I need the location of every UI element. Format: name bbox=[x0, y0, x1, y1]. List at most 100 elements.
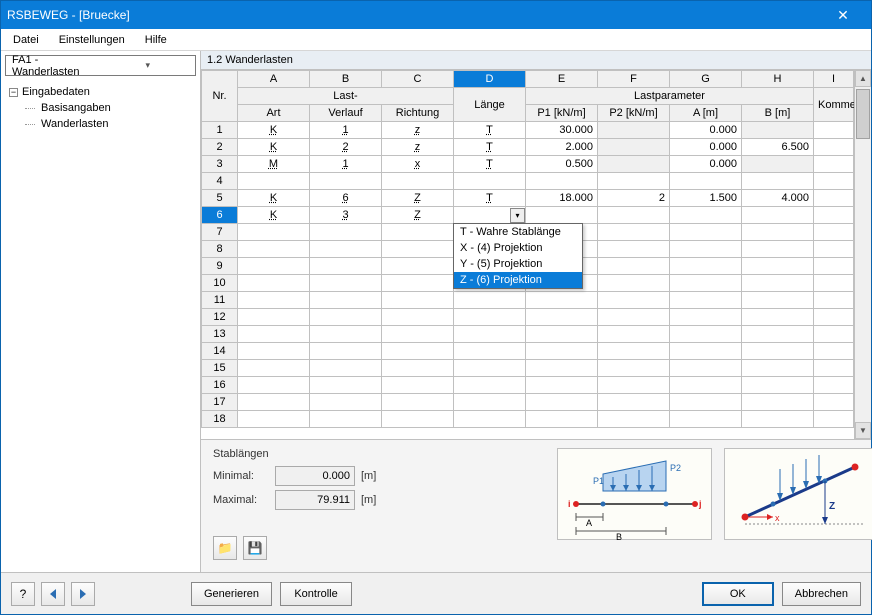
cell-c[interactable] bbox=[382, 360, 454, 377]
cell-d[interactable]: T bbox=[454, 139, 526, 156]
save-template-button[interactable]: 💾 bbox=[243, 536, 267, 560]
cell-c[interactable] bbox=[382, 292, 454, 309]
col-letter-c[interactable]: C bbox=[382, 71, 454, 88]
row-number[interactable]: 14 bbox=[202, 343, 238, 360]
cell-f[interactable] bbox=[598, 377, 670, 394]
cell-e[interactable]: 2.000 bbox=[526, 139, 598, 156]
cell-d[interactable] bbox=[454, 394, 526, 411]
cell-g[interactable] bbox=[670, 411, 742, 428]
cell-h[interactable] bbox=[742, 411, 814, 428]
table-row[interactable]: 13 bbox=[202, 326, 854, 343]
cell-f[interactable] bbox=[598, 241, 670, 258]
cell-b[interactable]: 1 bbox=[310, 122, 382, 139]
cell-i[interactable] bbox=[814, 173, 854, 190]
cell-d[interactable] bbox=[454, 377, 526, 394]
cell-h[interactable] bbox=[742, 360, 814, 377]
row-number[interactable]: 5 bbox=[202, 190, 238, 207]
scroll-down-icon[interactable]: ▼ bbox=[855, 422, 871, 439]
cell-a[interactable]: K bbox=[238, 122, 310, 139]
table-row[interactable]: 17 bbox=[202, 394, 854, 411]
row-number[interactable]: 4 bbox=[202, 173, 238, 190]
cell-g[interactable] bbox=[670, 360, 742, 377]
cell-a[interactable] bbox=[238, 173, 310, 190]
cell-f[interactable] bbox=[598, 411, 670, 428]
row-number[interactable]: 1 bbox=[202, 122, 238, 139]
cell-h[interactable] bbox=[742, 224, 814, 241]
cell-f[interactable] bbox=[598, 292, 670, 309]
cell-c[interactable] bbox=[382, 343, 454, 360]
cell-b[interactable] bbox=[310, 309, 382, 326]
cell-h[interactable] bbox=[742, 258, 814, 275]
col-letter-i[interactable]: I bbox=[814, 71, 854, 88]
import-button[interactable]: 📁 bbox=[213, 536, 237, 560]
cell-g[interactable] bbox=[670, 394, 742, 411]
cell-e[interactable] bbox=[526, 377, 598, 394]
col-letter-d[interactable]: D bbox=[454, 71, 526, 88]
cell-i[interactable] bbox=[814, 275, 854, 292]
col-header-p2[interactable]: P2 [kN/m] bbox=[598, 105, 670, 122]
cell-d[interactable] bbox=[454, 343, 526, 360]
cell-i[interactable] bbox=[814, 241, 854, 258]
col-letter-g[interactable]: G bbox=[670, 71, 742, 88]
cell-f[interactable] bbox=[598, 156, 670, 173]
cell-a[interactable]: K bbox=[238, 139, 310, 156]
cell-f[interactable] bbox=[598, 343, 670, 360]
cell-b[interactable]: 2 bbox=[310, 139, 382, 156]
cell-a[interactable] bbox=[238, 309, 310, 326]
col-header-laenge[interactable]: Länge bbox=[454, 88, 526, 122]
cell-d[interactable] bbox=[454, 309, 526, 326]
cell-h[interactable]: 6.500 bbox=[742, 139, 814, 156]
cell-d[interactable] bbox=[454, 326, 526, 343]
help-button[interactable]: ? bbox=[11, 582, 35, 606]
cell-c[interactable] bbox=[382, 258, 454, 275]
cell-a[interactable] bbox=[238, 360, 310, 377]
col-header-nr[interactable]: Nr. bbox=[202, 71, 238, 122]
cell-c[interactable] bbox=[382, 326, 454, 343]
row-number[interactable]: 15 bbox=[202, 360, 238, 377]
cell-g[interactable] bbox=[670, 258, 742, 275]
cell-b[interactable] bbox=[310, 360, 382, 377]
cell-c[interactable] bbox=[382, 275, 454, 292]
col-header-p1[interactable]: P1 [kN/m] bbox=[526, 105, 598, 122]
cell-b[interactable] bbox=[310, 224, 382, 241]
cell-g[interactable]: 0.000 bbox=[670, 139, 742, 156]
cell-i[interactable] bbox=[814, 377, 854, 394]
cell-g[interactable] bbox=[670, 224, 742, 241]
table-row[interactable]: 18 bbox=[202, 411, 854, 428]
col-header-verlauf[interactable]: Verlauf bbox=[310, 105, 382, 122]
cell-g[interactable] bbox=[670, 326, 742, 343]
cell-a[interactable] bbox=[238, 411, 310, 428]
cell-i[interactable] bbox=[814, 207, 854, 224]
table-row[interactable]: 6K3Z▾T - Wahre StablängeX - (4) Projekti… bbox=[202, 207, 854, 224]
cell-d[interactable]: T bbox=[454, 156, 526, 173]
length-dropdown-list[interactable]: T - Wahre StablängeX - (4) ProjektionY -… bbox=[453, 223, 583, 289]
cell-a[interactable] bbox=[238, 394, 310, 411]
table-row[interactable]: 1K1zT30.0000.000 bbox=[202, 122, 854, 139]
dropdown-option[interactable]: T - Wahre Stablänge bbox=[454, 224, 582, 240]
cell-f[interactable] bbox=[598, 139, 670, 156]
cell-f[interactable] bbox=[598, 173, 670, 190]
cell-h[interactable] bbox=[742, 309, 814, 326]
cell-d[interactable] bbox=[454, 360, 526, 377]
table-row[interactable]: 12 bbox=[202, 309, 854, 326]
cell-e[interactable] bbox=[526, 207, 598, 224]
cell-h[interactable] bbox=[742, 173, 814, 190]
cell-h[interactable] bbox=[742, 326, 814, 343]
cell-e[interactable] bbox=[526, 173, 598, 190]
cell-g[interactable] bbox=[670, 173, 742, 190]
cell-g[interactable] bbox=[670, 241, 742, 258]
cell-d[interactable] bbox=[454, 292, 526, 309]
next-table-button[interactable] bbox=[71, 582, 95, 606]
cell-a[interactable] bbox=[238, 241, 310, 258]
cell-e[interactable] bbox=[526, 326, 598, 343]
cell-b[interactable] bbox=[310, 258, 382, 275]
cell-i[interactable] bbox=[814, 190, 854, 207]
minus-icon[interactable]: − bbox=[9, 88, 18, 97]
cell-a[interactable] bbox=[238, 343, 310, 360]
table-row[interactable]: 11 bbox=[202, 292, 854, 309]
cell-d[interactable]: ▾T - Wahre StablängeX - (4) ProjektionY … bbox=[454, 207, 526, 224]
dropdown-option[interactable]: X - (4) Projektion bbox=[454, 240, 582, 256]
grid-scrollbar[interactable]: ▲ ▼ bbox=[854, 70, 871, 439]
tree-item-basisangaben[interactable]: Basisangaben bbox=[7, 100, 194, 116]
cell-e[interactable] bbox=[526, 292, 598, 309]
